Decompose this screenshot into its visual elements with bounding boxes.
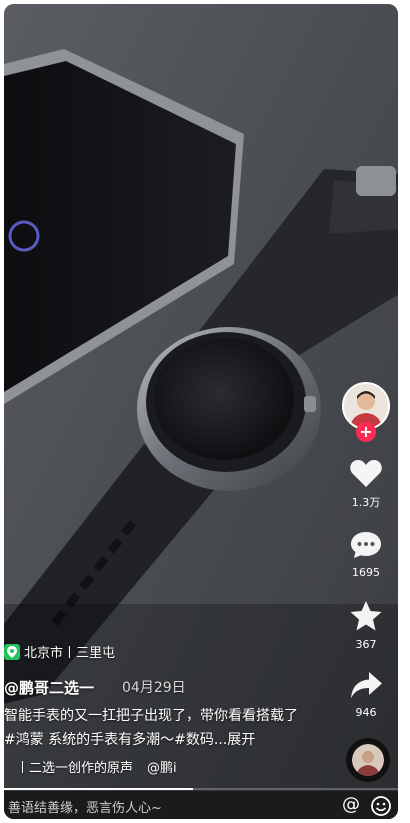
device-frame: + 1.3万 1695 367 946 北京市丨三里屯 @鹏哥二选一 04月29…: [0, 0, 410, 823]
video-screen[interactable]: + 1.3万 1695 367 946 北京市丨三里屯 @鹏哥二选一 04月29…: [4, 4, 398, 819]
post-date: 04月29日: [122, 680, 186, 696]
heart-icon[interactable]: [349, 458, 383, 488]
favorite-button[interactable]: 367: [338, 600, 394, 651]
progress-fill: [4, 788, 194, 790]
author-row: @鹏哥二选一 04月29日: [4, 677, 186, 698]
share-arrow-icon[interactable]: [349, 670, 383, 700]
music-cover-icon: [352, 744, 384, 776]
music-disc[interactable]: [346, 738, 390, 782]
author-avatar-button[interactable]: +: [338, 382, 394, 442]
comment-input-bar[interactable]: 善语结善缘，恶言伤人心~ @: [4, 791, 398, 819]
location-row[interactable]: 北京市丨三里屯: [4, 642, 115, 661]
location-icon: [4, 643, 20, 660]
comment-bubble-icon[interactable]: [349, 530, 383, 560]
like-button[interactable]: 1.3万: [338, 458, 394, 510]
favorite-count: 367: [355, 638, 377, 651]
follow-plus-button[interactable]: +: [356, 422, 376, 442]
comment-count: 1695: [352, 566, 380, 579]
author-name[interactable]: @鹏哥二选一: [4, 677, 94, 698]
comment-button[interactable]: 1695: [338, 530, 394, 579]
share-count: 946: [355, 706, 377, 719]
at-icon[interactable]: @: [342, 794, 360, 815]
music-author: @鹏i: [147, 761, 177, 776]
location-label: 北京市丨三里屯: [24, 646, 116, 661]
like-count: 1.3万: [351, 496, 381, 509]
star-icon[interactable]: [349, 600, 383, 632]
progress-bar[interactable]: [4, 788, 398, 790]
music-row[interactable]: 丨二选一创作的原声 @鹏i: [16, 757, 177, 776]
music-title: 丨二选一创作的原声: [16, 761, 134, 776]
comment-input[interactable]: 善语结善缘，恶言伤人心~: [8, 797, 162, 816]
video-description[interactable]: 智能手表的又一扛把子出现了，带你看看搭载了#鸿蒙 系统的手表有多潮～#数码...…: [4, 704, 304, 752]
share-button[interactable]: 946: [338, 670, 394, 719]
emoji-icon[interactable]: [370, 795, 392, 817]
